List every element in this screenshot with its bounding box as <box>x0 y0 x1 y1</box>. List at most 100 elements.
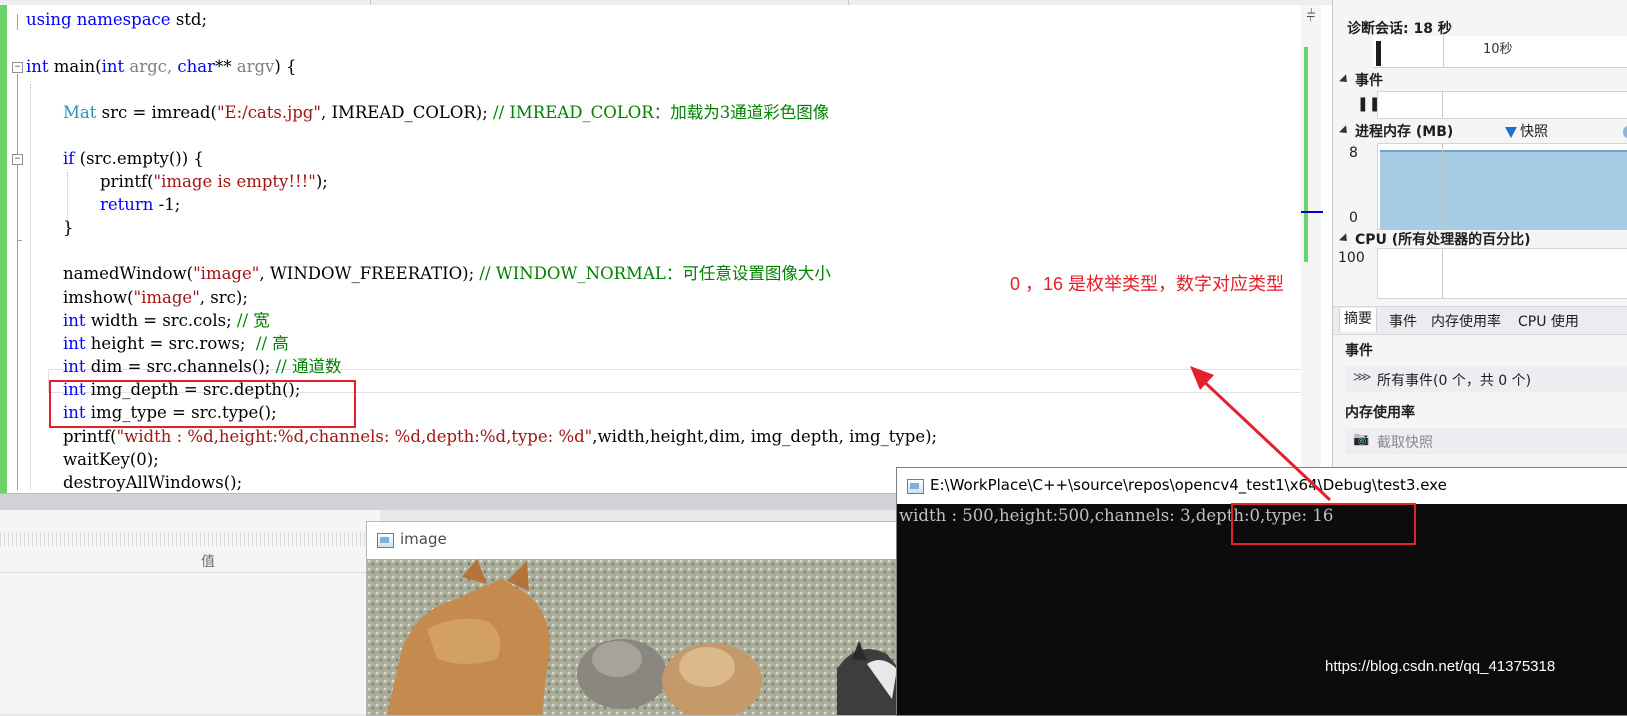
code-token: // 宽 <box>236 311 270 330</box>
graph-tick <box>1442 144 1443 229</box>
code-token: , IMREAD_COLOR); <box>320 103 494 122</box>
code-token: int <box>101 57 130 76</box>
code-line[interactable]: int height = src.rows; // 高 <box>63 332 289 356</box>
code-line[interactable]: waitKey(0); <box>63 448 159 472</box>
cpu-graph[interactable] <box>1377 248 1627 299</box>
code-token: waitKey(0); <box>63 450 159 469</box>
diagnostic-tools-panel: 诊断会话: 18 秒 10秒 事件 ❚❚ 进程内存 (MB) 快照 8 0 CP… <box>1332 0 1627 467</box>
change-tracking-margin <box>0 5 7 510</box>
code-token: , WINDOW_FREERATIO); <box>259 264 480 283</box>
collapse-triangle-icon <box>1339 125 1351 137</box>
tab-cpu-usage[interactable]: CPU 使用 <box>1518 311 1579 331</box>
collapse-main-icon[interactable]: − <box>12 62 23 73</box>
graph-tick <box>1442 249 1443 298</box>
code-line[interactable]: printf("image is empty!!!"); <box>100 170 328 194</box>
scroll-position-marker <box>1301 211 1323 213</box>
timeline-tick-label: 10秒 <box>1483 42 1513 57</box>
code-token: int <box>26 57 54 76</box>
timeline-playhead[interactable] <box>1376 41 1381 66</box>
process-memory-title: 进程内存 (MB) <box>1355 124 1454 140</box>
split-view-icon[interactable]: ⫩ <box>1302 7 1320 25</box>
code-line[interactable]: return -1; <box>100 193 180 217</box>
code-line[interactable]: namedWindow("image", WINDOW_FREERATIO); … <box>63 262 831 286</box>
fold-line <box>17 14 18 30</box>
snapshot-legend-label: 快照 <box>1520 124 1548 140</box>
process-memory-header[interactable]: 进程内存 (MB) <box>1339 121 1453 141</box>
code-token: printf( <box>100 172 154 191</box>
code-line[interactable]: } <box>63 216 74 240</box>
value-column-header[interactable]: 值 <box>201 551 215 571</box>
snapshot-marker-icon <box>1505 126 1517 138</box>
code-token: main( <box>53 57 102 76</box>
code-line[interactable]: int main(int argc, char** argv) { <box>26 55 297 79</box>
code-line[interactable]: printf("width : %d,height:%d,channels: %… <box>63 425 937 449</box>
code-token: ) { <box>274 57 297 76</box>
timeline-ruler[interactable]: 10秒 <box>1373 36 1627 68</box>
code-token: argv <box>236 57 275 76</box>
code-token: "image" <box>133 288 200 307</box>
cpu-section-title: CPU (所有处理器的百分比) <box>1355 232 1531 248</box>
code-token: } <box>63 218 74 237</box>
fold-line <box>17 74 18 490</box>
image-window[interactable]: image <box>366 521 908 716</box>
editor-vertical-scrollbar[interactable] <box>1301 5 1323 493</box>
watermark: https://blog.csdn.net/qq_41375318 <box>1325 658 1556 675</box>
code-token: // 高 <box>255 334 289 353</box>
events-section-header[interactable]: 事件 <box>1339 70 1383 90</box>
fold-line <box>17 166 18 240</box>
events-heading: 事件 <box>1345 343 1373 359</box>
code-token: if <box>63 149 80 168</box>
code-line[interactable]: if (src.empty()) { <box>63 147 204 171</box>
annotation-box-code <box>49 380 356 428</box>
code-token: -1; <box>158 195 181 214</box>
process-memory-graph[interactable] <box>1377 143 1627 230</box>
tab-summary[interactable]: 摘要 <box>1339 308 1377 332</box>
collapse-if-icon[interactable]: − <box>12 154 23 165</box>
code-token: printf( <box>63 427 117 446</box>
take-snapshot-label: 截取快照 <box>1377 435 1433 451</box>
window-app-icon <box>377 533 394 548</box>
code-token: // IMREAD_COLOR：加载为3通道彩色图像 <box>493 103 830 122</box>
indent-guide <box>30 84 31 490</box>
code-token: return <box>100 195 159 214</box>
console-app-icon <box>907 479 924 494</box>
code-token: height = src.rows; <box>90 334 256 353</box>
diagnostic-tabs: 摘要 事件 内存使用率 CPU 使用 <box>1333 306 1627 335</box>
code-token: ); <box>315 172 328 191</box>
code-editor[interactable]: − − using namespace std; int main(int arg… <box>0 0 1351 510</box>
tab-events[interactable]: 事件 <box>1389 311 1417 331</box>
timeline-tick <box>1443 36 1444 67</box>
events-section-title: 事件 <box>1355 73 1383 89</box>
code-token: char <box>177 57 216 76</box>
cpu-axis-max: 100 <box>1338 250 1365 266</box>
all-events-row[interactable]: ⋙ 所有事件(0 个，共 0 个) <box>1345 366 1627 392</box>
code-line[interactable]: imshow("image", src); <box>63 286 248 310</box>
take-snapshot-row[interactable]: 📷 截取快照 <box>1345 428 1627 454</box>
image-window-titlebar[interactable]: image <box>367 522 907 558</box>
code-token: ** <box>215 57 237 76</box>
code-token: std; <box>175 10 208 29</box>
cats-photo-graphic <box>367 559 907 715</box>
diagnostic-toolbar[interactable] <box>1333 0 1627 7</box>
code-line[interactable]: destroyAllWindows(); <box>63 471 242 495</box>
memory-usage-area <box>1380 150 1627 230</box>
code-line[interactable]: int width = src.cols; // 宽 <box>63 309 270 333</box>
code-token: src = imread( <box>101 103 217 122</box>
scroll-change-marker <box>1304 47 1308 262</box>
fold-end <box>17 240 22 241</box>
cpu-section-header[interactable]: CPU (所有处理器的百分比) <box>1339 229 1531 249</box>
code-line[interactable]: using namespace std; <box>26 8 207 32</box>
console-titlebar[interactable]: E:\WorkPlace\C++\source\repos\opencv4_te… <box>897 468 1627 504</box>
tab-memory-usage[interactable]: 内存使用率 <box>1431 311 1501 331</box>
code-line[interactable]: int dim = src.channels(); // 通道数 <box>63 355 341 379</box>
code-token: "width : %d,height:%d,channels: %d,depth… <box>116 427 593 446</box>
code-token: int <box>63 311 91 330</box>
locals-header-row <box>0 548 375 573</box>
code-line[interactable]: Mat src = imread("E:/cats.jpg", IMREAD_C… <box>63 101 829 125</box>
code-token: "image" <box>193 264 260 283</box>
console-window[interactable]: E:\WorkPlace\C++\source\repos\opencv4_te… <box>896 467 1627 716</box>
image-window-title: image <box>400 530 447 548</box>
code-token: int <box>63 357 91 376</box>
panel-drag-handle[interactable] <box>0 532 375 546</box>
session-duration: 诊断会话: 18 秒 <box>1347 21 1452 37</box>
